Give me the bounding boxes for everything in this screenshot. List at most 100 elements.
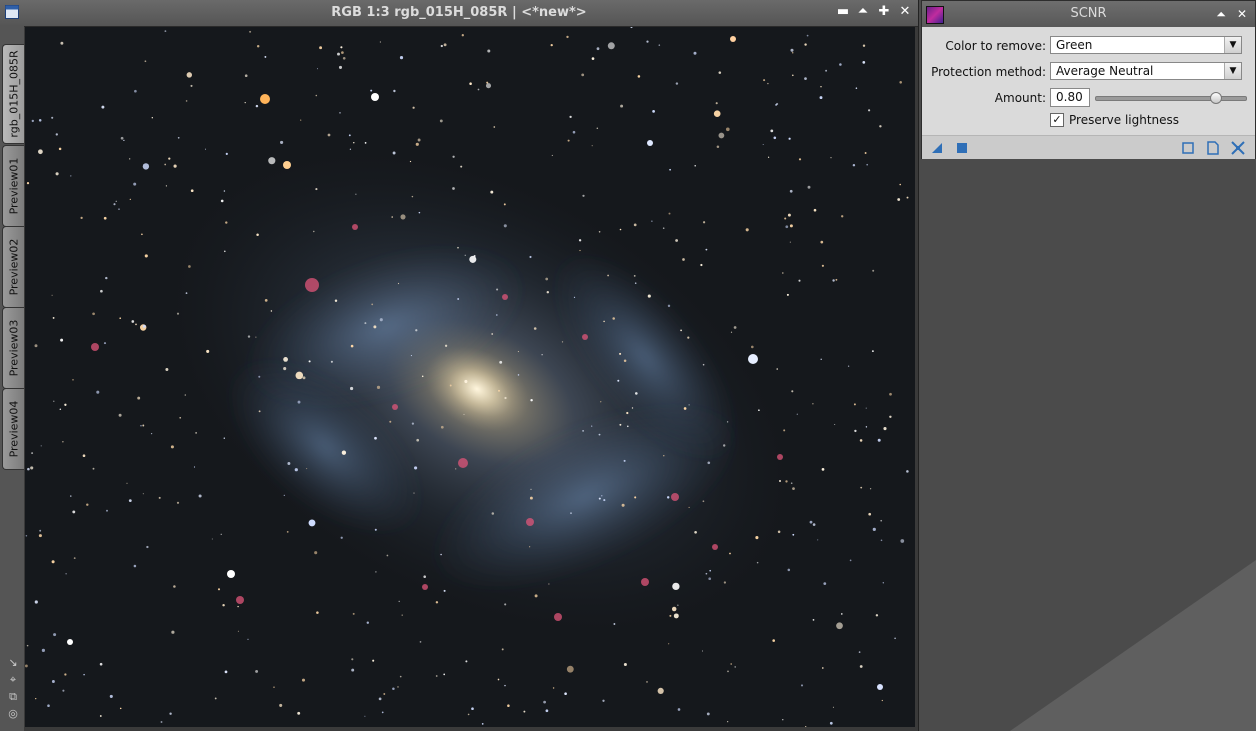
fit-view-icon[interactable]: ⌖ (6, 673, 20, 687)
star (457, 298, 460, 300)
star (634, 392, 638, 395)
reset-icon[interactable] (1231, 141, 1245, 155)
chevron-down-icon[interactable]: ▼ (1224, 63, 1241, 79)
image-window-title: RGB 1:3 rgb_015H_085R | <*new*> (331, 5, 587, 20)
star (51, 294, 53, 296)
star (308, 519, 316, 527)
amount-input[interactable]: 0.80 (1050, 88, 1090, 107)
star (188, 265, 191, 268)
star (602, 699, 605, 702)
star (393, 89, 396, 93)
hii-region (671, 493, 679, 501)
minimize-button[interactable]: ▬ (835, 4, 851, 20)
star (144, 60, 147, 63)
star (398, 600, 400, 603)
scnr-close-button[interactable]: ✕ (1234, 6, 1250, 22)
star (80, 216, 83, 220)
star (440, 425, 444, 429)
star (51, 680, 55, 683)
apply-global-icon[interactable] (955, 141, 969, 155)
maximize-button[interactable]: ✚ (876, 4, 892, 20)
resize-icon[interactable]: ↘ (6, 656, 20, 670)
scnr-shade-button[interactable]: ⏶ (1213, 6, 1229, 22)
star (852, 163, 856, 167)
star (294, 468, 298, 472)
star (792, 487, 795, 490)
star (672, 582, 680, 591)
star (224, 670, 228, 674)
star (461, 34, 464, 37)
star (821, 264, 824, 267)
star (439, 119, 443, 123)
star (374, 528, 377, 531)
star (350, 344, 354, 348)
tab-preview01[interactable]: Preview01 (2, 145, 24, 227)
protection-method-select[interactable]: Average Neutral ▼ (1050, 62, 1242, 80)
close-button[interactable]: ✕ (897, 4, 913, 20)
color-to-remove-select[interactable]: Green ▼ (1050, 36, 1242, 54)
target-icon[interactable]: ◎ (6, 707, 20, 721)
star (883, 427, 887, 431)
amount-slider-handle[interactable] (1210, 92, 1222, 104)
star (315, 188, 318, 191)
star (418, 211, 421, 214)
star (666, 496, 670, 499)
real-time-preview-icon[interactable] (1181, 141, 1195, 155)
tab-preview04[interactable]: Preview04 (2, 388, 24, 470)
star (443, 43, 447, 47)
star (258, 410, 261, 413)
star (634, 282, 637, 284)
star (490, 190, 494, 194)
image-canvas[interactable] (25, 27, 915, 727)
star (348, 134, 351, 137)
star (820, 240, 824, 244)
star (770, 129, 774, 133)
star (545, 277, 549, 281)
amount-slider[interactable] (1095, 96, 1247, 101)
star (386, 554, 389, 557)
star (105, 276, 108, 280)
star (581, 73, 585, 77)
star (566, 665, 574, 673)
preserve-lightness-label: Preserve lightness (1069, 113, 1180, 127)
preserve-lightness-checkbox[interactable]: ✓ (1050, 113, 1064, 127)
tab-label: rgb_015H_085R (7, 50, 20, 138)
star (673, 613, 679, 619)
star (314, 551, 318, 555)
clone-view-icon[interactable]: ⧉ (6, 690, 20, 704)
star (244, 74, 248, 78)
star (258, 375, 261, 378)
star (255, 104, 259, 108)
star (832, 279, 835, 282)
star (579, 249, 581, 252)
star (137, 396, 141, 400)
star (789, 189, 793, 193)
star (546, 290, 550, 294)
scnr-titlebar[interactable]: SCNR ⏶ ✕ (922, 1, 1255, 27)
star (792, 533, 795, 536)
star (804, 77, 807, 80)
star (529, 255, 532, 259)
star (53, 400, 55, 402)
browse-documentation-icon[interactable] (1206, 141, 1220, 155)
star (493, 126, 496, 128)
star (825, 69, 828, 72)
star (627, 425, 629, 428)
shade-button[interactable]: ⏶ (855, 4, 871, 20)
image-window-titlebar[interactable]: RGB 1:3 rgb_015H_085R | <*new*> ▬ ⏶ ✚ ✕ (0, 0, 918, 27)
chevron-down-icon[interactable]: ▼ (1224, 37, 1241, 53)
star (498, 389, 500, 392)
star (787, 213, 791, 217)
tab-preview03[interactable]: Preview03 (2, 307, 24, 389)
star (607, 274, 609, 277)
star (600, 401, 602, 403)
tab-preview02[interactable]: Preview02 (2, 226, 24, 308)
star (725, 127, 730, 132)
star (40, 445, 42, 447)
tab-main-view[interactable]: rgb_015H_085R (2, 44, 24, 144)
hii-region (91, 343, 99, 351)
star (778, 479, 782, 483)
star (383, 693, 386, 695)
star (27, 467, 30, 471)
new-instance-icon[interactable] (930, 141, 944, 155)
